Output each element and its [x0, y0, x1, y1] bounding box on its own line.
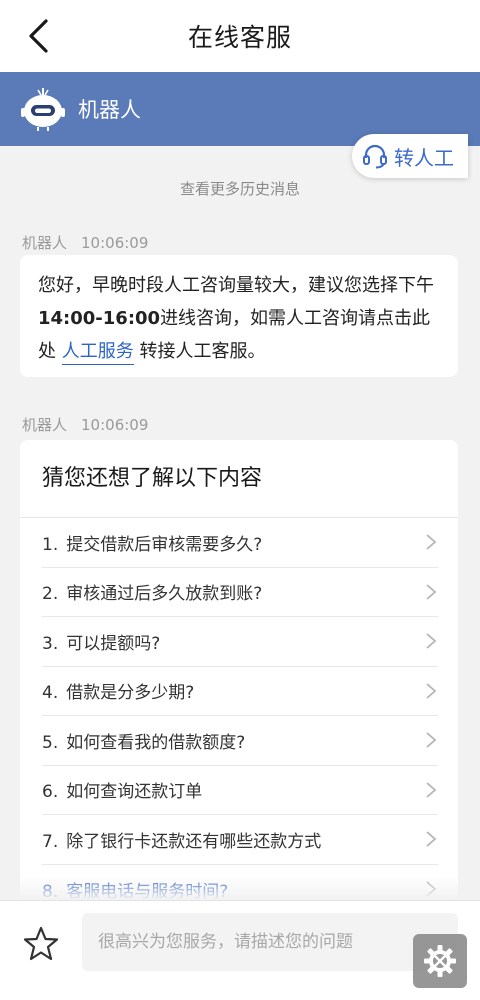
suggestion-text: 除了银行卡还款还有哪些还款方式 [66, 831, 322, 852]
message-text: 您好，早晚时段人工咨询量较大，建议您选择下午 [38, 275, 434, 296]
message-meta: 机器人 10:06:09 [22, 414, 148, 435]
suggestion-text-wrap: 1. 提交借款后审核需要多久? [42, 530, 262, 555]
chevron-right-icon [426, 683, 437, 699]
suggestion-number: 2. [42, 584, 59, 605]
back-button[interactable] [18, 16, 58, 56]
suggestion-number: 6. [42, 782, 59, 803]
headset-icon [363, 144, 387, 169]
suggestion-number: 3. [42, 633, 59, 654]
message-time-range: 14:00-16:00 [38, 308, 161, 329]
suggestion-text: 提交借款后审核需要多久? [66, 534, 263, 555]
page-title: 在线客服 [187, 23, 292, 52]
suggestion-number: 7. [42, 831, 59, 852]
suggestion-number: 5. [42, 732, 59, 753]
suggestion-text-wrap: 2. 审核通过后多久放款到账? [42, 579, 262, 604]
chat-area[interactable]: 查看更多历史消息 机器人 10:06:09 您好，早晚时段人工咨询量较大，建议您选… [0, 146, 480, 900]
suggestion-text-wrap: 4. 借款是分多少期? [42, 678, 194, 703]
chevron-right-icon [426, 831, 437, 847]
message-text: 转接人工客服。 [133, 341, 266, 362]
chevron-right-icon [426, 534, 437, 550]
sender-name: 机器人 [22, 416, 68, 434]
message-time: 10:06:09 [81, 416, 149, 434]
message-bubble: 您好，早晚时段人工咨询量较大，建议您选择下午14:00-16:00进线咨询，如需… [20, 255, 458, 377]
scroll-fade [0, 876, 480, 900]
suggestion-text-wrap: 5. 如何查看我的借款额度? [42, 728, 245, 753]
input-bar [0, 900, 480, 1000]
suggestion-text-wrap: 3. 可以提额吗? [42, 629, 160, 654]
suggestion-list: 1. 提交借款后审核需要多久? 2. 审核通过后多久放款到账? 3. 可以提额吗? 4. 借款… [20, 518, 458, 900]
gear-wrench-icon [424, 945, 456, 977]
transfer-to-agent-button[interactable]: 转人工 [352, 134, 468, 178]
transfer-label: 转人工 [394, 145, 454, 170]
suggestion-item[interactable]: 5. 如何查看我的借款额度? [42, 716, 438, 766]
suggestion-title: 猜您还想了解以下内容 [20, 440, 458, 518]
star-icon[interactable] [22, 925, 60, 963]
chevron-right-icon [426, 732, 437, 748]
suggestion-text: 借款是分多少期? [66, 683, 195, 704]
suggestion-item[interactable]: 1. 提交借款后审核需要多久? [42, 518, 438, 568]
suggestion-number: 1. [42, 534, 59, 555]
bot-name: 机器人 [78, 98, 141, 122]
sender-name: 机器人 [22, 234, 68, 252]
top-bar: 在线客服 [0, 0, 480, 72]
chevron-left-icon [29, 19, 48, 53]
chevron-right-icon [426, 782, 437, 798]
robot-avatar-icon [21, 88, 65, 131]
suggestion-card: 猜您还想了解以下内容 1. 提交借款后审核需要多久? 2. 审核通过后多久放款到账? 3… [20, 440, 458, 900]
suggestion-text: 可以提额吗? [66, 633, 161, 654]
chevron-right-icon [426, 584, 437, 600]
history-link[interactable]: 查看更多历史消息 [0, 178, 480, 199]
message-meta: 机器人 10:06:09 [22, 232, 148, 253]
message-input[interactable] [82, 913, 458, 971]
suggestion-number: 4. [42, 683, 59, 704]
suggestion-text-wrap: 6. 如何查询还款订单 [42, 777, 202, 802]
tools-button[interactable] [413, 934, 467, 988]
suggestion-text-wrap: 7. 除了银行卡还款还有哪些还款方式 [42, 827, 321, 852]
chevron-right-icon [426, 633, 437, 649]
human-service-link[interactable]: 人工服务 [61, 341, 134, 365]
suggestion-text: 如何查询还款订单 [66, 782, 203, 803]
suggestion-item[interactable]: 2. 审核通过后多久放款到账? [42, 568, 438, 617]
suggestion-item[interactable]: 7. 除了银行卡还款还有哪些还款方式 [42, 815, 438, 865]
suggestion-item[interactable]: 4. 借款是分多少期? [42, 667, 438, 716]
suggestion-item[interactable]: 3. 可以提额吗? [42, 617, 438, 667]
message-time: 10:06:09 [81, 234, 149, 252]
suggestion-text: 审核通过后多久放款到账? [66, 584, 263, 605]
suggestion-item[interactable]: 6. 如何查询还款订单 [42, 766, 438, 815]
suggestion-text: 如何查看我的借款额度? [66, 732, 246, 753]
